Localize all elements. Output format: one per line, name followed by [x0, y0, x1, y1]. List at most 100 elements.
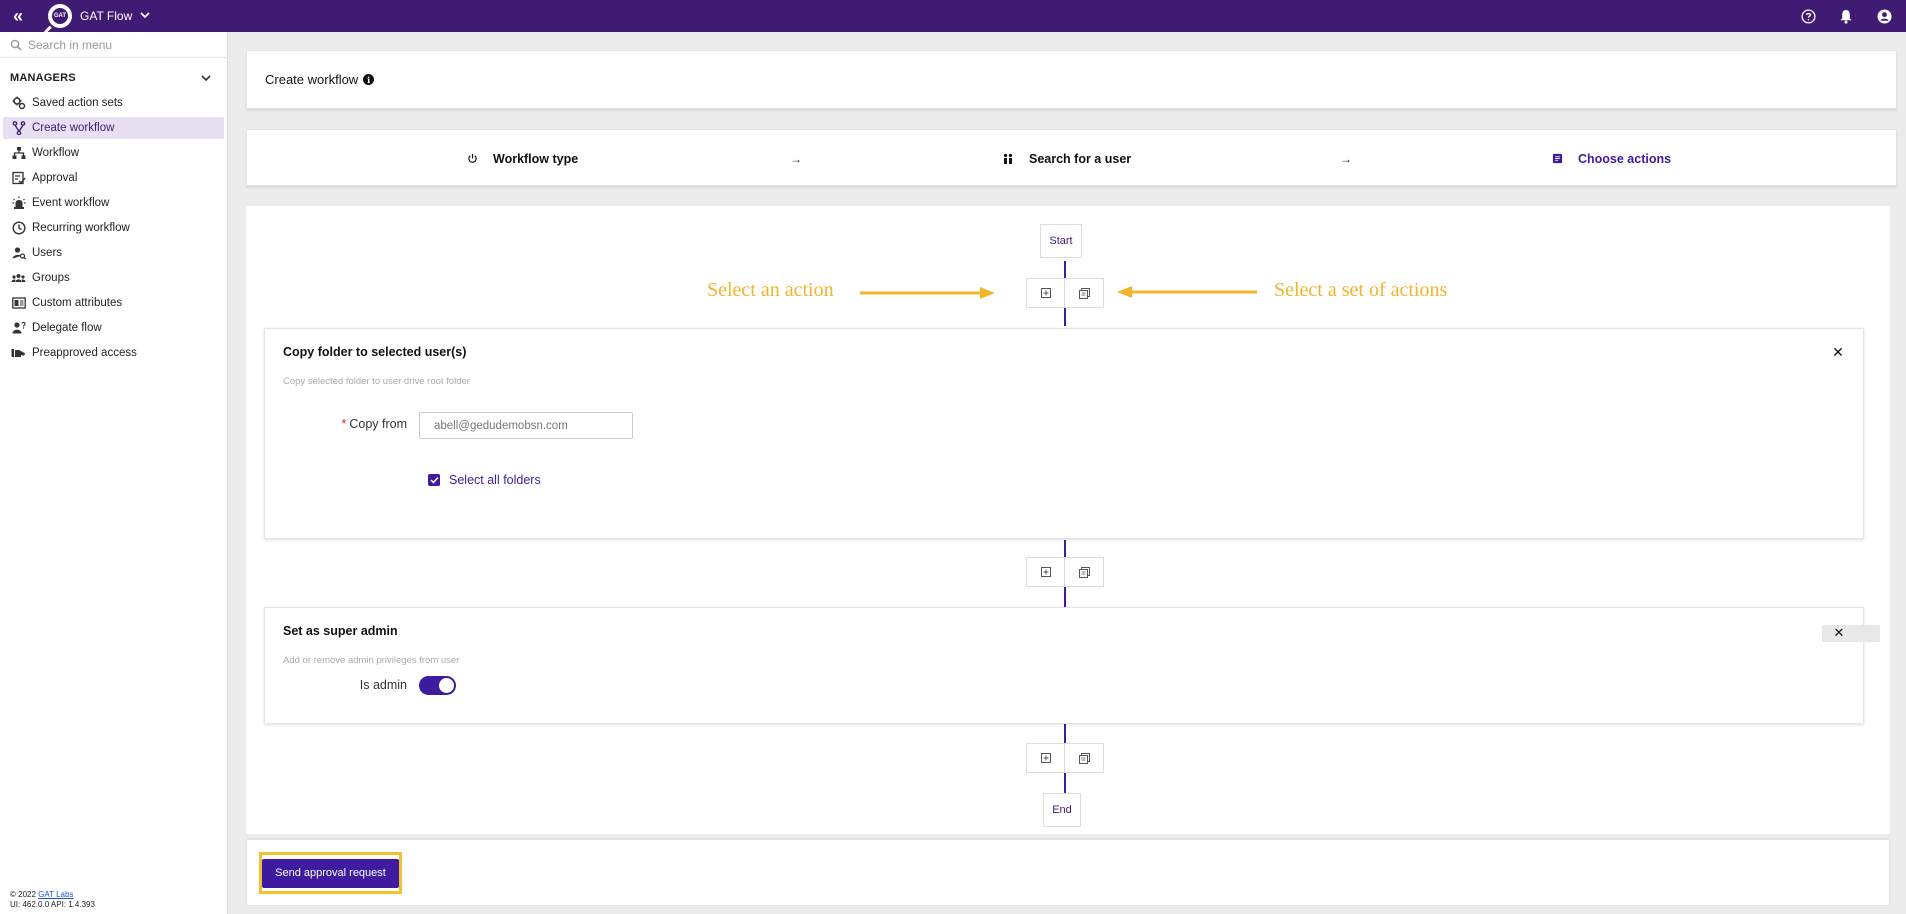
menu-search-input[interactable] [28, 37, 218, 52]
gears-icon [11, 96, 26, 111]
action-card-set-super-admin: Set as super admin Add or remove admin p… [264, 607, 1864, 724]
is-admin-label: Is admin [359, 678, 407, 692]
end-node: End [1043, 793, 1081, 827]
collapse-sidebar-icon[interactable]: « [0, 0, 36, 32]
sidebar-item-custom-attributes[interactable]: Custom attributes [3, 292, 224, 314]
required-asterisk: * [341, 417, 347, 431]
search-icon [10, 39, 22, 51]
users-icon [1001, 152, 1015, 166]
sidebar-item-label: Approval [32, 172, 78, 184]
info-icon[interactable]: i [363, 74, 375, 85]
branch-icon [11, 121, 26, 136]
select-all-folders-label[interactable]: Select all folders [449, 473, 541, 487]
add-action-button[interactable] [1026, 743, 1065, 773]
sidebar-item-approval[interactable]: Approval [3, 167, 224, 189]
sidebar-item-label: Delegate flow [32, 322, 102, 334]
add-action-set-button[interactable] [1065, 743, 1104, 773]
delete-tooltip [1822, 625, 1880, 642]
sidebar-nav: Saved action sets Create workflow Workfl… [0, 92, 227, 364]
sidebar-footer: © 2022 GAT Labs UI: 462.0.0 API: 1.4.393 [10, 890, 95, 910]
sidebar-item-label: Preapproved access [32, 347, 137, 359]
add-action-set-icon [1078, 566, 1090, 578]
sidebar-item-event-workflow[interactable]: Event workflow [3, 192, 224, 214]
action-title: Copy folder to selected user(s) [283, 345, 467, 359]
add-action-button[interactable] [1026, 557, 1065, 587]
copy-from-input[interactable]: abell@gedudemobsn.com [419, 412, 633, 439]
sidebar-item-label: Groups [32, 272, 70, 284]
annotation-arrow-right-icon [860, 287, 995, 299]
sidebar-item-preapproved-access[interactable]: Preapproved access [3, 342, 224, 364]
gat-labs-link[interactable]: GAT Labs [38, 890, 73, 899]
sidebar-item-users[interactable]: Users [3, 242, 224, 264]
step-arrow-icon: → [1340, 151, 1352, 166]
add-action-set-button[interactable] [1065, 557, 1104, 587]
is-admin-toggle[interactable] [419, 676, 456, 695]
step-label: Choose actions [1578, 151, 1672, 166]
add-action-button[interactable] [1026, 278, 1065, 308]
add-action-set-button[interactable] [1065, 278, 1104, 308]
chevron-down-icon[interactable] [201, 74, 211, 82]
step-choose-actions[interactable]: Choose actions [1550, 130, 1671, 187]
app-logo: GAT [44, 4, 72, 34]
app-name[interactable]: GAT Flow [80, 9, 132, 23]
user-search-icon [11, 246, 26, 261]
sidebar: MANAGERS Saved action sets Create workfl… [0, 32, 228, 914]
add-action-icon [1040, 288, 1051, 298]
section-title: MANAGERS [10, 72, 76, 84]
copyright-text: © 2022 [10, 890, 39, 899]
step-search-for-a-user[interactable]: Search for a user [1001, 130, 1131, 187]
checklist-icon [11, 171, 26, 186]
workflow-stepper: Workflow type → Search for a user → Choo… [246, 129, 1897, 186]
copy-from-label: * Copy from [341, 417, 407, 431]
action-title: Set as super admin [283, 624, 398, 638]
step-label: Search for a user [1029, 151, 1132, 166]
sidebar-item-recurring-workflow[interactable]: Recurring workflow [3, 217, 224, 239]
page-header: Create workflow i [246, 50, 1897, 109]
account-icon[interactable] [1876, 8, 1892, 24]
top-bar: « GAT GAT Flow [0, 0, 1906, 34]
sidebar-item-groups[interactable]: Groups [3, 267, 224, 289]
actions-doc-icon [1550, 152, 1564, 166]
preapproved-icon [11, 346, 26, 361]
annotation-arrow-left-icon [1117, 286, 1257, 298]
app-switcher-chevron-icon[interactable] [140, 11, 150, 22]
action-description: Add or remove admin privileges from user [283, 655, 460, 666]
action-card-copy-folder: Copy folder to selected user(s) ✕ Copy s… [264, 328, 1864, 539]
help-icon[interactable] [1800, 8, 1816, 24]
managers-section-header[interactable]: MANAGERS [0, 66, 227, 90]
sidebar-item-label: Event workflow [32, 197, 110, 209]
sidebar-item-label: Recurring workflow [32, 222, 130, 234]
sidebar-item-delegate-flow[interactable]: Delegate flow [3, 317, 224, 339]
annotation-select-action: Select an action [707, 279, 834, 301]
step-workflow-type[interactable]: Workflow type [465, 130, 578, 187]
menu-search [0, 32, 227, 58]
siren-icon [11, 196, 26, 211]
select-all-folders-checkbox[interactable] [428, 474, 440, 486]
sidebar-item-label: Custom attributes [32, 297, 123, 309]
group-icon [11, 271, 26, 286]
annotation-select-action-set: Select a set of actions [1274, 279, 1448, 301]
logo-text: GAT [52, 8, 68, 24]
sidebar-item-label: Saved action sets [32, 97, 123, 109]
user-question-icon [11, 321, 26, 336]
add-action-icon [1040, 753, 1051, 763]
action-footer: Send approval request [246, 839, 1890, 906]
sidebar-item-create-workflow[interactable]: Create workflow [3, 117, 224, 139]
sidebar-item-workflow[interactable]: Workflow [3, 142, 224, 164]
sidebar-item-label: Create workflow [32, 122, 115, 134]
power-icon [465, 152, 479, 166]
remove-action-close-icon[interactable]: ✕ [1831, 344, 1845, 360]
add-action-set-icon [1078, 287, 1090, 299]
notifications-bell-icon[interactable] [1838, 8, 1854, 24]
send-approval-request-button[interactable]: Send approval request [262, 858, 399, 888]
step-label: Workflow type [493, 151, 579, 166]
version-text: UI: 462.0.0 API: 1.4.393 [10, 900, 95, 909]
action-description: Copy selected folder to user drive root … [283, 376, 470, 387]
remove-action-close-icon[interactable]: ✕ [1832, 625, 1846, 640]
add-step-group [1026, 743, 1104, 773]
add-step-group [1026, 278, 1104, 308]
page-title: Create workflow [265, 72, 359, 87]
hierarchy-icon [11, 146, 26, 161]
sidebar-item-saved-action-sets[interactable]: Saved action sets [3, 92, 224, 114]
add-action-set-icon [1078, 752, 1090, 764]
